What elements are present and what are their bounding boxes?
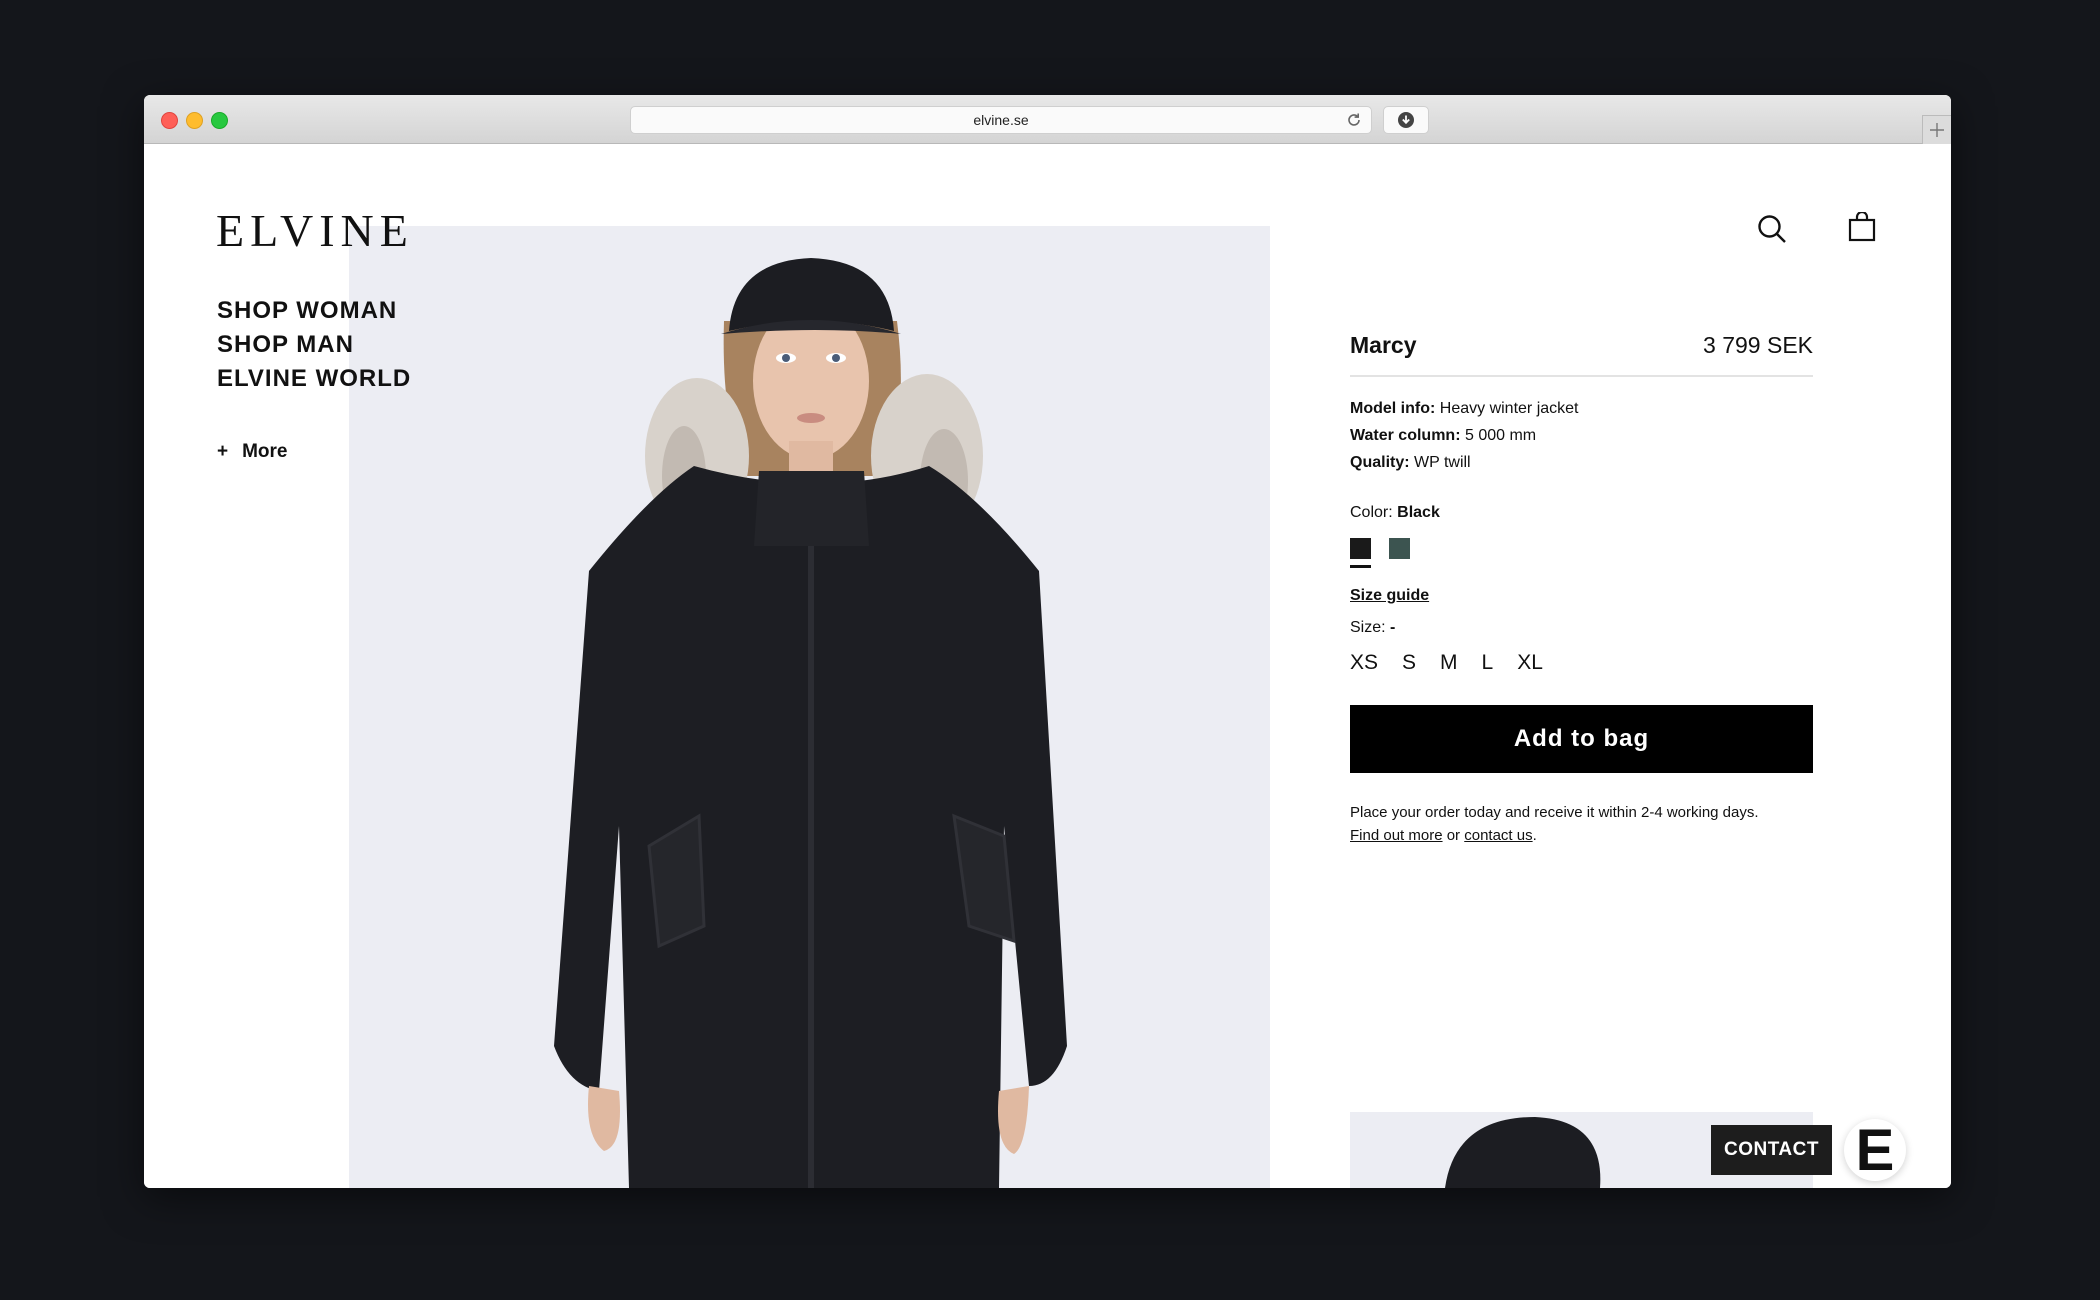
brand-logo[interactable]: ELVINE	[216, 204, 414, 257]
spec-value: 5 000 mm	[1464, 427, 1537, 444]
size-option-m[interactable]: M	[1440, 651, 1458, 675]
spec-row: Model info: Heavy winter jacket	[1350, 395, 1813, 422]
spec-row: Water column: 5 000 mm	[1350, 422, 1813, 449]
size-option-xl[interactable]: XL	[1517, 651, 1543, 675]
color-value: Black	[1397, 504, 1440, 521]
plus-icon	[1930, 123, 1944, 137]
main-nav: SHOP WOMAN SHOP MAN ELVINE WORLD	[217, 294, 411, 396]
plus-icon: +	[217, 441, 229, 462]
bag-icon[interactable]	[1848, 210, 1876, 247]
more-label: More	[242, 441, 288, 462]
maximize-window-button[interactable]	[211, 112, 228, 129]
close-window-button[interactable]	[161, 112, 178, 129]
brand-badge[interactable]: E	[1844, 1119, 1906, 1183]
find-out-more-link[interactable]: Find out more	[1350, 827, 1443, 844]
minimize-window-button[interactable]	[186, 112, 203, 129]
address-bar[interactable]: elvine.se	[630, 106, 1372, 134]
browser-toolbar: elvine.se	[144, 95, 1951, 144]
new-tab-button[interactable]	[1922, 115, 1951, 144]
or-text: or	[1446, 827, 1461, 844]
spec-row: Quality: WP twill	[1350, 449, 1813, 476]
contact-us-link[interactable]: contact us	[1464, 827, 1532, 844]
nav-item-shop-woman[interactable]: SHOP WOMAN	[217, 294, 411, 328]
color-label-text: Color:	[1350, 504, 1393, 521]
color-swatches	[1350, 538, 1813, 568]
more-toggle[interactable]: + More	[217, 441, 288, 463]
size-options: XS S M L XL	[1350, 651, 1813, 675]
nav-item-elvine-world[interactable]: ELVINE WORLD	[217, 362, 411, 396]
address-bar-url: elvine.se	[973, 112, 1029, 128]
contact-button[interactable]: CONTACT	[1711, 1125, 1832, 1175]
nav-item-shop-man[interactable]: SHOP MAN	[217, 328, 411, 362]
spec-value: WP twill	[1414, 454, 1471, 471]
browser-window: elvine.se ELVINE SHOP WOMAN SHOP MAN ELV…	[144, 95, 1951, 1188]
spec-value: Heavy winter jacket	[1439, 400, 1579, 417]
product-info: Marcy 3 799 SEK Model info: Heavy winter…	[1350, 332, 1813, 847]
size-value: -	[1390, 619, 1396, 636]
product-price: 3 799 SEK	[1703, 332, 1813, 358]
swatch-black[interactable]	[1350, 538, 1371, 568]
size-label-text: Size:	[1350, 619, 1386, 636]
size-option-xs[interactable]: XS	[1350, 651, 1378, 675]
download-icon	[1398, 112, 1414, 128]
delivery-info: Place your order today and receive it wi…	[1350, 801, 1813, 847]
color-label: Color: Black	[1350, 504, 1813, 522]
product-title-row: Marcy 3 799 SEK	[1350, 332, 1813, 377]
spec-label: Model info:	[1350, 400, 1436, 417]
spec-label: Quality:	[1350, 454, 1410, 471]
search-icon[interactable]	[1757, 214, 1787, 249]
spec-label: Water column:	[1350, 427, 1461, 444]
add-to-bag-button[interactable]: Add to bag	[1350, 705, 1813, 773]
size-guide-link[interactable]: Size guide	[1350, 587, 1429, 605]
download-button[interactable]	[1383, 106, 1429, 134]
page-content: ELVINE SHOP WOMAN SHOP MAN ELVINE WORLD …	[144, 144, 1951, 1188]
swatch-dark-green[interactable]	[1389, 538, 1410, 559]
reload-icon[interactable]	[1345, 111, 1363, 129]
product-specs: Model info: Heavy winter jacket Water co…	[1350, 395, 1813, 476]
product-image[interactable]	[349, 226, 1270, 1188]
size-option-s[interactable]: S	[1402, 651, 1416, 675]
size-label: Size: -	[1350, 619, 1813, 637]
product-name: Marcy	[1350, 332, 1417, 358]
period-text: .	[1532, 827, 1537, 844]
delivery-text: Place your order today and receive it wi…	[1350, 804, 1759, 821]
size-option-l[interactable]: L	[1482, 651, 1494, 675]
